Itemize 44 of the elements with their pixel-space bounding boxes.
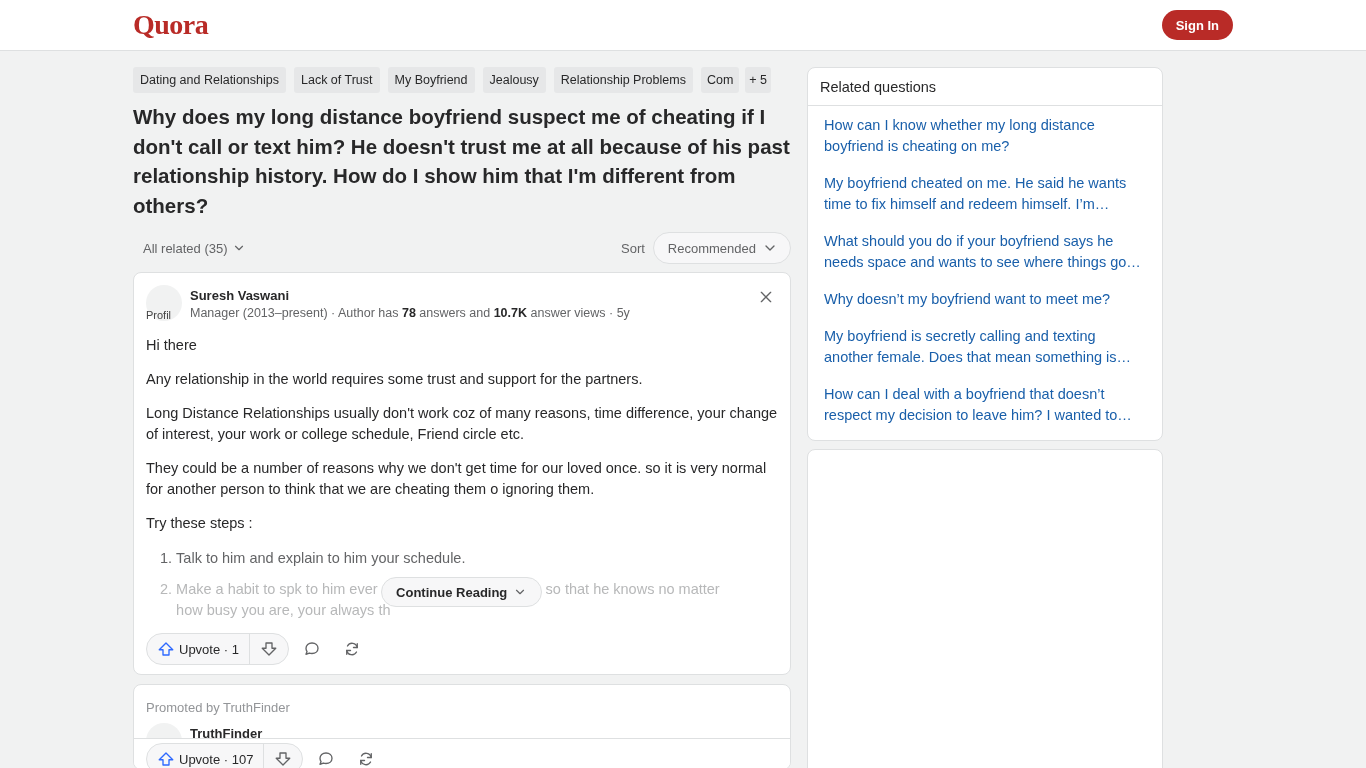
- related-question-link[interactable]: My boyfriend cheated on me. He said he wants time to fix himself and redeem himself. I’m…: [824, 173, 1146, 215]
- topic-tag[interactable]: Dating and Relationships: [133, 67, 286, 93]
- author-name[interactable]: Suresh Vaswani: [190, 287, 746, 304]
- topic-tag[interactable]: Lack of Trust: [294, 67, 380, 93]
- list-item-text: Talk to him and explain to him your schedule.: [176, 549, 466, 568]
- sort-dropdown[interactable]: Recommended: [652, 232, 791, 264]
- avatar-alt-text: Profil: [146, 309, 172, 321]
- list-number: 2.: [160, 580, 173, 599]
- related-question-link[interactable]: How can I know whether my long distance boyfriend is cheating on me?: [824, 115, 1146, 157]
- related-question-link[interactable]: My boyfriend is secretly calling and texting another female. Does that mean something is…: [824, 326, 1146, 368]
- downvote-icon: [274, 750, 293, 768]
- question-title: Why does my long distance boyfriend suspect me of cheating if I don't call or text him? He doesn't trust me at all because of his past relationship history. How do I show him that I'm different from others?: [133, 104, 791, 219]
- list-item-text: so that he knows no matter: [545, 580, 720, 599]
- continue-reading-button[interactable]: Continue Reading: [381, 577, 543, 607]
- answer-paragraph: Long Distance Relationships usually don't work coz of many reasons, time difference, your change of interest, your work or college schedule, Friend circle etc.: [146, 404, 778, 444]
- list-number: 1.: [160, 549, 173, 568]
- topic-tag[interactable]: Com: [700, 67, 740, 93]
- quora-logo[interactable]: Quora: [133, 9, 209, 41]
- answer-paragraph: Any relationship in the world requires some trust and support for the partners.: [146, 370, 644, 389]
- downvote-icon: [260, 640, 278, 658]
- promoted-label: Promoted by TruthFinder: [146, 700, 291, 715]
- comment-icon: [303, 640, 321, 658]
- topic-tag[interactable]: Jealousy: [482, 67, 546, 93]
- related-questions-heading: Related questions: [808, 68, 1162, 106]
- related-question-link[interactable]: Why doesn’t my boyfriend want to meet me?: [824, 289, 1146, 310]
- topic-tag[interactable]: My Boyfriend: [387, 67, 475, 93]
- author-credential: Manager (2013–present) · Author has 78 answers and 10.7K answer views · 5y: [190, 305, 631, 322]
- all-related-dropdown[interactable]: All related (35): [133, 240, 256, 256]
- comment-icon: [317, 750, 336, 768]
- related-question-link[interactable]: What should you do if your boyfriend says he needs space and wants to see where things go…: [824, 231, 1146, 273]
- sort-label: Sort: [621, 240, 645, 256]
- related-question-link[interactable]: How can I deal with a boyfriend that doesn’t respect my decision to leave him? I wanted to…: [824, 384, 1146, 426]
- answer-paragraph: Hi there: [146, 336, 198, 355]
- author-name[interactable]: TruthFinder: [190, 725, 778, 742]
- sign-in-button[interactable]: Sign In: [1161, 10, 1233, 40]
- share-icon: [343, 640, 361, 658]
- upvote-icon: [157, 750, 175, 768]
- more-topics-button[interactable]: + 5: [745, 67, 772, 93]
- upvote-icon: [157, 640, 175, 658]
- topic-tag[interactable]: Relationship Problems: [553, 67, 693, 93]
- answer-paragraph: They could be a number of reasons why we don't get time for our loved once. so it is very normal for another person to think that we are cheating them o ignoring them.: [146, 459, 768, 499]
- answer-paragraph: Try these steps :: [146, 514, 254, 533]
- list-item-text: Make a habit to spk to him ever: [176, 580, 378, 599]
- close-icon: [758, 289, 774, 305]
